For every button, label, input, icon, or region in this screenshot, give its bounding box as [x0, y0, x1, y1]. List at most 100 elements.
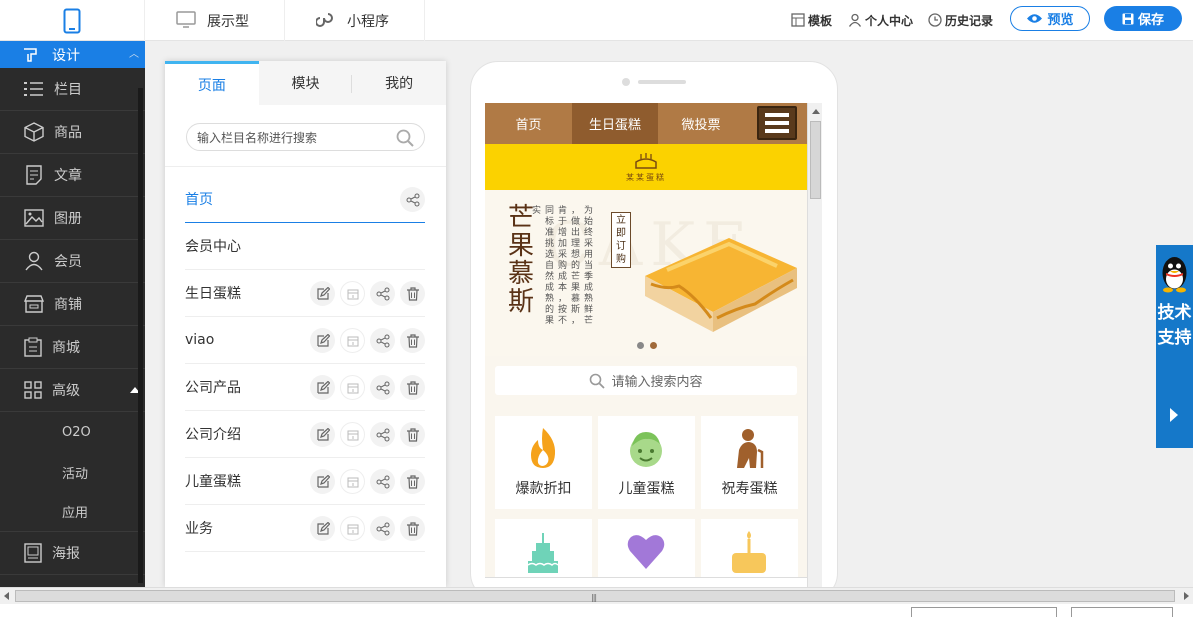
hide-button[interactable]: [340, 281, 365, 306]
user-center-button[interactable]: 个人中心: [848, 10, 913, 30]
share-button[interactable]: [370, 281, 395, 306]
edit-button[interactable]: [310, 516, 335, 541]
page-row[interactable]: 公司产品: [185, 364, 425, 411]
hide-button[interactable]: [340, 375, 365, 400]
sidebar-subitem-apps[interactable]: 应用: [0, 492, 145, 532]
hide-button[interactable]: [340, 516, 365, 541]
share-button[interactable]: [400, 187, 425, 212]
page-row-member-center[interactable]: 会员中心: [185, 223, 425, 270]
page-row-label: 业务: [185, 521, 213, 537]
sidebar-subitem-activity[interactable]: 活动: [0, 452, 145, 492]
edit-button[interactable]: [310, 375, 335, 400]
carousel-dot-active[interactable]: [650, 342, 657, 349]
scroll-right-arrow-icon[interactable]: [1184, 592, 1189, 600]
share-icon: [376, 522, 389, 535]
category-hot-discount[interactable]: 爆款折扣: [495, 416, 592, 509]
page-row-label: viao: [185, 332, 215, 348]
sidebar: 设计 ︿ 栏目 商品 文章 图册 会员 商铺 商城 高级 O2O 活动 应用 海…: [0, 41, 145, 587]
share-button[interactable]: [370, 469, 395, 494]
mobile-nav-birthday-cake[interactable]: 生日蛋糕: [572, 103, 658, 144]
status-button[interactable]: [911, 607, 1057, 617]
page-row-home[interactable]: 首页: [185, 176, 425, 223]
edit-button[interactable]: [310, 281, 335, 306]
page-row[interactable]: 生日蛋糕: [185, 270, 425, 317]
delete-button[interactable]: [400, 281, 425, 306]
tab-display-type[interactable]: 展示型: [145, 0, 285, 41]
order-now-button[interactable]: 立即订购: [611, 212, 631, 268]
category-longevity-cake[interactable]: 祝寿蛋糕: [701, 416, 798, 509]
preview-button[interactable]: 预览: [1010, 6, 1090, 31]
sidebar-subitem-apps-label: 应用: [62, 506, 89, 521]
delete-button[interactable]: [400, 516, 425, 541]
carousel-dot[interactable]: [637, 342, 644, 349]
page-horizontal-scrollbar[interactable]: |||: [0, 587, 1193, 604]
sidebar-item-mall[interactable]: 商城: [0, 326, 145, 369]
panel-divider: [165, 166, 446, 167]
user-icon: [848, 13, 862, 27]
sidebar-scrollbar[interactable]: [138, 88, 143, 583]
search-icon[interactable]: [396, 129, 414, 147]
tab-modules[interactable]: 模块: [259, 61, 353, 105]
mobile-nav-home[interactable]: 首页: [485, 103, 572, 144]
delete-button[interactable]: [400, 469, 425, 494]
tab-mine[interactable]: 我的: [352, 61, 446, 105]
floppy-icon: [1122, 13, 1134, 24]
sidebar-item-poster-label: 海报: [52, 546, 80, 562]
sidebar-item-shop[interactable]: 商铺: [0, 283, 145, 326]
status-button[interactable]: [1071, 607, 1173, 617]
hide-button[interactable]: [340, 422, 365, 447]
page-row-label: 首页: [185, 192, 213, 208]
delete-button[interactable]: [400, 328, 425, 353]
scroll-left-arrow-icon[interactable]: [4, 592, 9, 600]
share-button[interactable]: [370, 422, 395, 447]
hide-button[interactable]: [340, 328, 365, 353]
page-row[interactable]: 公司介绍: [185, 411, 425, 458]
history-button[interactable]: 历史记录: [928, 10, 993, 30]
share-button[interactable]: [370, 375, 395, 400]
carousel-dots: [637, 342, 663, 349]
share-button[interactable]: [370, 328, 395, 353]
page-row[interactable]: 儿童蛋糕: [185, 458, 425, 505]
mobile-device-icon[interactable]: [0, 0, 145, 41]
tech-support-label: 技术支持: [1157, 303, 1192, 348]
sidebar-item-poster[interactable]: 海报: [0, 532, 145, 575]
collapse-caret-icon[interactable]: ︿: [129, 45, 139, 60]
expand-arrow-icon[interactable]: [1170, 408, 1178, 422]
mobile-search-input[interactable]: 请输入搜索内容: [495, 366, 797, 395]
sidebar-item-album[interactable]: 图册: [0, 197, 145, 240]
sidebar-item-column[interactable]: 栏目: [0, 68, 145, 111]
sidebar-item-design[interactable]: 设计 ︿: [0, 41, 145, 68]
delete-button[interactable]: [400, 375, 425, 400]
sidebar-item-article[interactable]: 文章: [0, 154, 145, 197]
save-button[interactable]: 保存: [1104, 6, 1182, 31]
scrollbar-thumb[interactable]: [810, 121, 821, 199]
hide-button[interactable]: [340, 469, 365, 494]
category-children-cake[interactable]: 儿童蛋糕: [598, 416, 695, 509]
share-button[interactable]: [370, 516, 395, 541]
mobile-nav-vote[interactable]: 微投票: [658, 103, 744, 144]
edit-button[interactable]: [310, 469, 335, 494]
edit-button[interactable]: [310, 422, 335, 447]
template-button[interactable]: 模板: [791, 10, 832, 30]
tab-mini-program-label: 小程序: [347, 13, 389, 30]
banner-slide[interactable]: CAKE 芒果慕斯 为始终采用当季成熟鲜芒，做出理想的芒果慕斯，肯于增加采购成本…: [485, 190, 807, 356]
hamburger-menu-icon[interactable]: [757, 106, 797, 140]
mobile-preview-scrollbar[interactable]: [807, 103, 822, 587]
sidebar-item-goods[interactable]: 商品: [0, 111, 145, 154]
scroll-up-arrow-icon[interactable]: [812, 109, 820, 114]
tab-pages[interactable]: 页面: [165, 61, 259, 105]
page-search-placeholder: 输入栏目名称进行搜索: [197, 130, 318, 145]
edit-button[interactable]: [310, 328, 335, 353]
horizontal-scrollbar-thumb[interactable]: |||: [15, 590, 1175, 602]
sidebar-subitem-o2o[interactable]: O2O: [0, 412, 145, 452]
tab-mini-program[interactable]: 小程序: [285, 0, 425, 41]
page-row[interactable]: 业务: [185, 505, 425, 552]
sidebar-item-member[interactable]: 会员: [0, 240, 145, 283]
sidebar-item-advanced[interactable]: 高级: [0, 369, 145, 412]
page-search-input[interactable]: 输入栏目名称进行搜索: [186, 123, 425, 151]
tech-support-tab[interactable]: 技术支持: [1156, 245, 1193, 448]
delete-button[interactable]: [400, 422, 425, 447]
page-row[interactable]: viao: [185, 317, 425, 364]
share-icon: [406, 193, 419, 206]
share-icon: [376, 381, 389, 394]
